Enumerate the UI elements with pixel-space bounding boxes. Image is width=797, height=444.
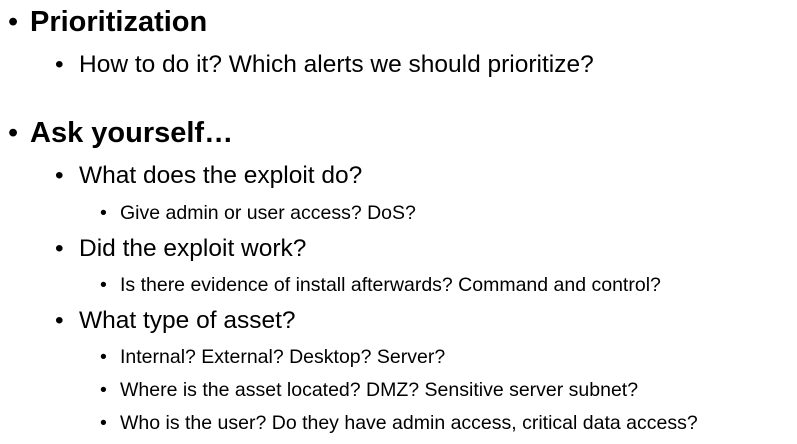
list-item: • What does the exploit do? bbox=[55, 162, 362, 190]
list-item: • How to do it? Which alerts we should p… bbox=[55, 51, 594, 79]
list-item: • What type of asset? bbox=[55, 307, 296, 335]
bullet-icon: • bbox=[100, 346, 107, 368]
sub-list-item: • Give admin or user access? DoS? bbox=[100, 202, 416, 225]
sub-list-item: • Where is the asset located? DMZ? Sensi… bbox=[100, 379, 638, 402]
heading-ask-yourself: • Ask yourself… bbox=[8, 117, 233, 150]
list-item: • Did the exploit work? bbox=[55, 235, 306, 263]
bullet-icon: • bbox=[55, 51, 64, 78]
sub-list-item-text: Is there evidence of install afterwards?… bbox=[120, 274, 661, 296]
list-item-text: How to do it? Which alerts we should pri… bbox=[79, 51, 594, 78]
list-item-text: What does the exploit do? bbox=[79, 162, 363, 189]
bullet-icon: • bbox=[100, 379, 107, 401]
bullet-icon: • bbox=[100, 274, 107, 296]
sub-list-item: • Is there evidence of install afterward… bbox=[100, 274, 661, 297]
slide-content: • Prioritization • How to do it? Which a… bbox=[0, 0, 797, 444]
list-item-text: What type of asset? bbox=[79, 307, 296, 334]
bullet-icon: • bbox=[8, 6, 19, 38]
sub-list-item: • Internal? External? Desktop? Server? bbox=[100, 346, 445, 369]
heading-prioritization: • Prioritization bbox=[8, 6, 207, 39]
bullet-icon: • bbox=[100, 412, 107, 434]
sub-list-item-text: Give admin or user access? DoS? bbox=[120, 202, 416, 224]
heading-text: Prioritization bbox=[30, 6, 208, 38]
bullet-icon: • bbox=[55, 162, 64, 189]
bullet-icon: • bbox=[55, 307, 64, 334]
bullet-icon: • bbox=[100, 202, 107, 224]
sub-list-item-text: Where is the asset located? DMZ? Sensiti… bbox=[120, 379, 639, 401]
sub-list-item-text: Internal? External? Desktop? Server? bbox=[120, 346, 446, 368]
bullet-icon: • bbox=[55, 235, 64, 262]
list-item-text: Did the exploit work? bbox=[79, 235, 307, 262]
bullet-icon: • bbox=[8, 117, 19, 149]
sub-list-item: • Who is the user? Do they have admin ac… bbox=[100, 412, 698, 435]
heading-text: Ask yourself… bbox=[30, 117, 234, 149]
sub-list-item-text: Who is the user? Do they have admin acce… bbox=[120, 412, 698, 434]
